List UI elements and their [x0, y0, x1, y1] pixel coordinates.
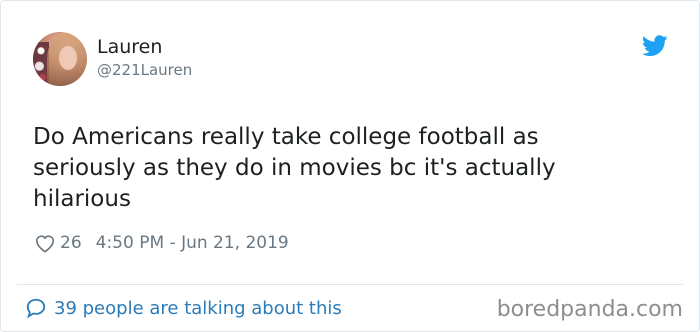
tweet-meta: 26 4:50 PM - Jun 21, 2019 [34, 233, 289, 253]
tweet-text: Do Americans really take college footbal… [33, 124, 556, 212]
conversation-label: 39 people are talking about this [54, 297, 342, 319]
avatar[interactable] [33, 32, 87, 86]
user-handle[interactable]: @221Lauren [97, 61, 192, 79]
twitter-bird-icon[interactable] [642, 35, 668, 57]
avatar-face [59, 46, 77, 70]
heart-icon[interactable] [34, 233, 56, 253]
speech-bubble-icon [26, 298, 46, 319]
like-count[interactable]: 26 [60, 233, 82, 253]
divider [17, 284, 683, 285]
conversation-link[interactable]: 39 people are talking about this [25, 297, 342, 319]
tweet-timestamp[interactable]: 4:50 PM - Jun 21, 2019 [96, 233, 289, 253]
display-name[interactable]: Lauren [97, 36, 162, 58]
watermark: boredpanda.com [496, 297, 683, 322]
tweet-card: Lauren @221Lauren Do Americans really ta… [0, 0, 700, 332]
